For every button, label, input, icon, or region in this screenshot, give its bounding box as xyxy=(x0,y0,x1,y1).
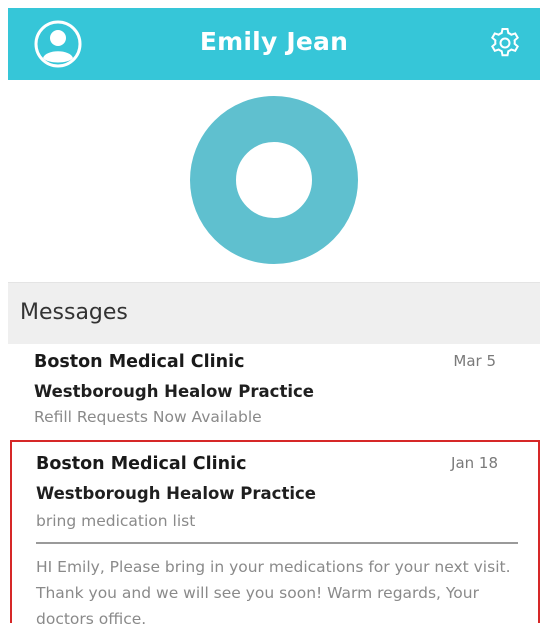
app-header: Emily Jean xyxy=(8,8,540,80)
message-date: Jan 18 xyxy=(451,454,498,472)
message-subject: bring medication list xyxy=(36,512,196,530)
messages-section-header: Messages xyxy=(8,282,540,345)
message-practice: Westborough Healow Practice xyxy=(34,382,314,401)
section-title: Messages xyxy=(20,300,128,325)
gear-icon[interactable] xyxy=(488,26,522,60)
message-date: Mar 5 xyxy=(453,352,496,370)
message-item-expanded[interactable]: Boston Medical Clinic Jan 18 Westborough… xyxy=(10,440,540,628)
message-subject: Refill Requests Now Available xyxy=(34,408,262,426)
message-body: HI Emily, Please bring in your medicatio… xyxy=(36,558,511,628)
profile-name-title: Emily Jean xyxy=(199,27,349,56)
message-item[interactable]: Boston Medical Clinic Mar 5 Westborough … xyxy=(8,344,540,436)
message-divider xyxy=(36,542,518,544)
message-sender: Boston Medical Clinic xyxy=(34,352,245,372)
message-practice: Westborough Healow Practice xyxy=(36,484,316,503)
status-donut-graphic xyxy=(190,96,358,264)
message-sender: Boston Medical Clinic xyxy=(36,454,247,474)
